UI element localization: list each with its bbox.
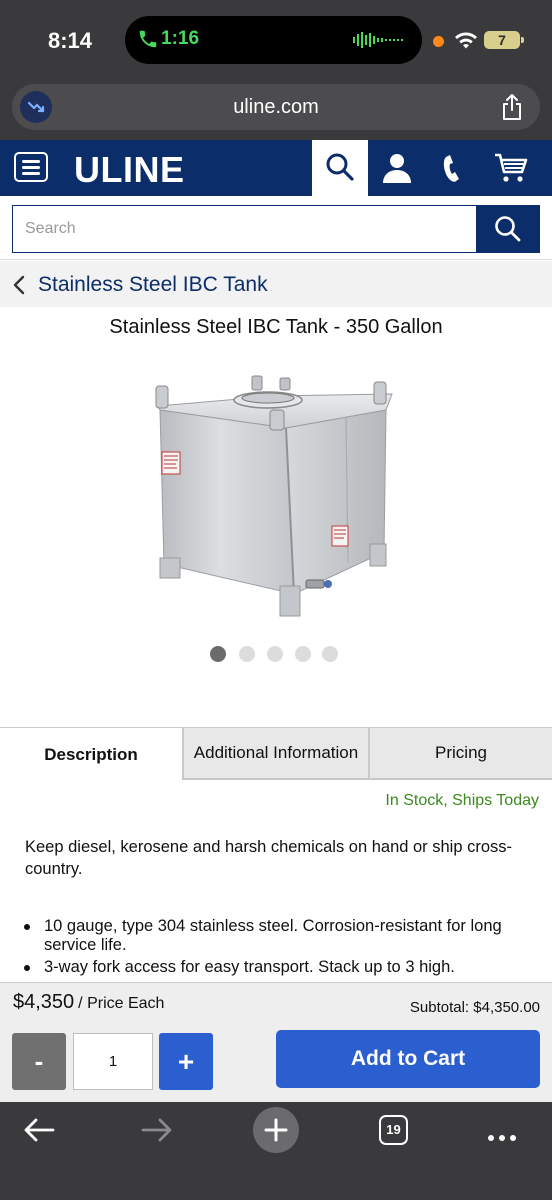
breadcrumb[interactable]: Stainless Steel IBC Tank xyxy=(0,261,552,307)
microphone-indicator-icon xyxy=(433,36,444,47)
quantity-decrease-button[interactable]: - xyxy=(12,1033,66,1090)
status-time: 8:14 xyxy=(48,28,93,53)
add-to-cart-bar: $4,350/ Price Each Subtotal: $4,350.00 -… xyxy=(0,982,552,1102)
carousel-dot[interactable] xyxy=(267,646,283,662)
price-value: $4,350 xyxy=(13,991,75,1013)
tab-additional-information[interactable]: Additional Information xyxy=(182,728,368,780)
call-timer: 1:16 xyxy=(161,28,200,49)
tab-pricing[interactable]: Pricing xyxy=(368,728,552,780)
browser-address-area: uline.com xyxy=(0,80,552,140)
uline-logo[interactable]: ULINE xyxy=(74,149,185,191)
carousel-dot[interactable] xyxy=(322,646,338,662)
cart-icon[interactable] xyxy=(493,152,529,184)
dynamic-island-call[interactable]: 1:16 xyxy=(125,16,422,64)
chevron-left-icon xyxy=(13,275,25,295)
price-unit: / Price Each xyxy=(78,995,165,1012)
status-bar: 8:14 1:16 7 xyxy=(0,0,552,80)
address-bar[interactable]: uline.com xyxy=(12,84,540,130)
site-header: ULINE xyxy=(0,140,552,196)
carousel-dot[interactable] xyxy=(295,646,311,662)
carousel-dot[interactable] xyxy=(239,646,255,662)
back-arrow-icon[interactable] xyxy=(22,1116,56,1144)
search-input[interactable] xyxy=(12,205,476,253)
browser-toolbar: 19 xyxy=(0,1102,552,1200)
search-button[interactable] xyxy=(476,205,540,253)
feature-list: 10 gauge, type 304 stainless steel. Corr… xyxy=(22,917,522,980)
quantity-increase-button[interactable]: + xyxy=(159,1033,213,1090)
carousel-dot[interactable] xyxy=(210,646,226,662)
url-text[interactable]: uline.com xyxy=(12,96,540,119)
wifi-icon xyxy=(455,32,477,49)
new-tab-button[interactable] xyxy=(253,1107,299,1153)
description-intro: Keep diesel, kerosene and harsh chemical… xyxy=(25,838,513,878)
subtotal: Subtotal: $4,350.00 xyxy=(409,999,540,1016)
feature-item: 3-way fork access for easy transport. St… xyxy=(22,958,522,977)
account-icon[interactable] xyxy=(381,152,413,184)
tab-description[interactable]: Description xyxy=(0,728,182,780)
audio-waveform-icon xyxy=(353,32,403,48)
search-icon xyxy=(495,216,521,242)
phone-call-icon xyxy=(139,30,157,48)
quantity-input[interactable] xyxy=(73,1033,153,1090)
price: $4,350/ Price Each xyxy=(13,991,164,1014)
product-tabs: Description Additional Information Prici… xyxy=(0,727,552,781)
forward-arrow-icon[interactable] xyxy=(140,1116,174,1144)
header-search-button[interactable] xyxy=(312,140,368,196)
feature-item: 10 gauge, type 304 stainless steel. Corr… xyxy=(22,917,522,955)
tabs-button[interactable]: 19 xyxy=(379,1115,408,1145)
breadcrumb-label[interactable]: Stainless Steel IBC Tank xyxy=(38,273,268,297)
search-row xyxy=(0,196,552,260)
battery-icon: 7 xyxy=(484,31,524,49)
phone-icon[interactable] xyxy=(441,152,465,184)
stock-status: In Stock, Ships Today xyxy=(385,792,539,809)
add-to-cart-button[interactable]: Add to Cart xyxy=(276,1030,540,1088)
menu-icon[interactable] xyxy=(14,152,48,182)
more-icon[interactable] xyxy=(488,1128,521,1146)
product-title: Stainless Steel IBC Tank - 350 Gallon xyxy=(109,316,443,338)
search-icon xyxy=(326,153,354,181)
product-image[interactable] xyxy=(146,366,406,628)
plus-icon xyxy=(264,1118,288,1142)
share-icon[interactable] xyxy=(500,93,524,121)
